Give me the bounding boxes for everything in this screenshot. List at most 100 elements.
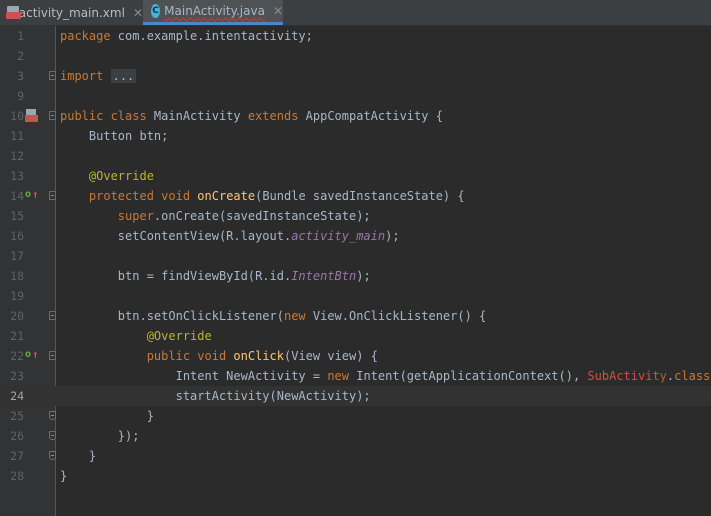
line-number: 1 xyxy=(17,29,24,43)
code-token: } xyxy=(60,469,68,483)
code-token: onClick xyxy=(233,349,284,363)
fold-toggle-icon[interactable] xyxy=(49,191,56,200)
xml-file-icon xyxy=(6,5,21,20)
code-line[interactable]: 19 xyxy=(0,286,711,306)
code-token: .onCreate(savedInstanceState); xyxy=(153,209,371,223)
code-line[interactable]: 21 @Override xyxy=(0,326,711,346)
code-token: new xyxy=(283,309,306,323)
code-token: public void xyxy=(146,349,227,363)
code-token: extends xyxy=(247,109,299,123)
code-token: Button btn; xyxy=(60,129,169,143)
code-line[interactable]: 27 } xyxy=(0,446,711,466)
code-text: } xyxy=(60,466,67,486)
tab-label: activity_main.xml xyxy=(18,5,125,20)
code-token: package xyxy=(60,29,111,43)
code-line[interactable]: 14 o ↑ protected void onCreate(Bundle save… xyxy=(0,186,711,206)
code-line[interactable]: 20 btn.setOnClickListener(new View.OnCli… xyxy=(0,306,711,326)
code-token: Intent(getApplicationContext(), xyxy=(349,369,588,383)
fold-toggle-icon[interactable] xyxy=(49,451,56,460)
code-token: (Bundle savedInstanceState) { xyxy=(255,189,465,203)
line-number: 24 xyxy=(10,389,24,403)
folded-region[interactable]: ... xyxy=(110,69,137,83)
override-marker-icon[interactable]: o xyxy=(25,349,31,361)
fold-toggle-icon[interactable] xyxy=(49,411,56,420)
code-text: btn.setOnClickListener(new View.OnClickL… xyxy=(60,306,486,326)
tab-activity-main-xml[interactable]: activity_main.xml ✕ xyxy=(0,0,143,25)
code-token: btn.setOnClickListener( xyxy=(60,309,284,323)
class-layout-icon[interactable] xyxy=(25,109,40,122)
line-number: 28 xyxy=(10,469,24,483)
fold-toggle-icon[interactable] xyxy=(49,351,56,360)
code-text: public class MainActivity extends AppCom… xyxy=(60,106,443,126)
line-number: 2 xyxy=(17,49,24,63)
line-number: 16 xyxy=(10,229,24,243)
code-token: Intent NewActivity = xyxy=(60,369,328,383)
code-text: btn = findViewById(R.id.IntentBtn); xyxy=(60,266,371,286)
tab-label: MainActivity.java xyxy=(164,4,265,18)
code-line[interactable]: 15 super.onCreate(savedInstanceState); xyxy=(0,206,711,226)
code-text: Intent NewActivity = new Intent(getAppli… xyxy=(60,366,711,386)
code-line[interactable]: 9 xyxy=(0,86,711,106)
code-line[interactable]: 18 btn = findViewById(R.id.IntentBtn); xyxy=(0,266,711,286)
code-line[interactable]: 23 Intent NewActivity = new Intent(getAp… xyxy=(0,366,711,386)
code-line[interactable]: 13 @Override xyxy=(0,166,711,186)
code-editor[interactable]: 1 package com.example.intentactivity; 2 3 im… xyxy=(0,26,711,516)
code-token: ); xyxy=(385,229,400,243)
code-token: }); xyxy=(60,429,140,443)
java-class-icon: C xyxy=(151,4,161,18)
line-number: 22 xyxy=(10,349,24,363)
code-line[interactable]: 11 Button btn; xyxy=(0,126,711,146)
code-token: MainActivity xyxy=(146,109,248,123)
close-tab-icon[interactable]: ✕ xyxy=(133,6,143,20)
editor-tab-bar: activity_main.xml ✕ C MainActivity.java … xyxy=(0,0,711,26)
code-token: @Override xyxy=(146,329,212,343)
code-line[interactable]: 22 o ↑ public void onClick(View view) { xyxy=(0,346,711,366)
code-line[interactable]: 24 startActivity(NewActivity); xyxy=(0,386,711,406)
code-text: } xyxy=(60,406,154,426)
code-line[interactable]: 1 package com.example.intentactivity; xyxy=(0,26,711,46)
up-arrow-icon[interactable]: ↑ xyxy=(32,349,39,361)
code-token: protected void xyxy=(88,189,191,203)
fold-toggle-icon[interactable] xyxy=(49,311,56,320)
tab-main-activity-java[interactable]: C MainActivity.java ✕ xyxy=(143,0,283,25)
line-number: 19 xyxy=(10,289,24,303)
code-line[interactable]: 3 import ... xyxy=(0,66,711,86)
code-token: import xyxy=(60,69,104,83)
code-text: startActivity(NewActivity); xyxy=(60,386,371,406)
fold-toggle-icon[interactable] xyxy=(49,71,56,80)
line-number: 13 xyxy=(10,169,24,183)
code-token: public class xyxy=(60,109,147,123)
fold-toggle-icon[interactable] xyxy=(49,111,56,120)
override-marker-icon[interactable]: o xyxy=(25,189,31,201)
code-text: super.onCreate(savedInstanceState); xyxy=(60,206,371,226)
code-line[interactable]: 16 setContentView(R.layout.activity_main… xyxy=(0,226,711,246)
line-number: 9 xyxy=(17,89,24,103)
line-number: 17 xyxy=(10,249,24,263)
fold-toggle-icon[interactable] xyxy=(49,431,56,440)
line-number: 18 xyxy=(10,269,24,283)
code-token: } xyxy=(60,409,154,423)
code-line[interactable]: 25 } xyxy=(0,406,711,426)
code-line[interactable]: 17 xyxy=(0,246,711,266)
code-token: startActivity(NewActivity); xyxy=(60,389,371,403)
line-number: 11 xyxy=(10,129,24,143)
code-token: btn = findViewById(R.id. xyxy=(60,269,292,283)
code-text: } xyxy=(60,446,96,466)
code-line[interactable]: 28} xyxy=(0,466,711,486)
code-text: }); xyxy=(60,426,140,446)
code-token: SubActivity xyxy=(587,369,667,383)
close-tab-icon[interactable]: ✕ xyxy=(273,4,283,18)
line-number: 27 xyxy=(10,449,24,463)
code-token: super xyxy=(117,209,154,223)
code-line[interactable]: 12 xyxy=(0,146,711,166)
code-line[interactable]: 2 xyxy=(0,46,711,66)
line-number: 15 xyxy=(10,209,24,223)
code-line[interactable]: 26 }); xyxy=(0,426,711,446)
up-arrow-icon[interactable]: ↑ xyxy=(32,189,39,201)
line-number: 12 xyxy=(10,149,24,163)
code-token: (View view) { xyxy=(284,349,378,363)
line-number: 21 xyxy=(10,329,24,343)
code-line[interactable]: 10 public class MainActivity extends AppC… xyxy=(0,106,711,126)
